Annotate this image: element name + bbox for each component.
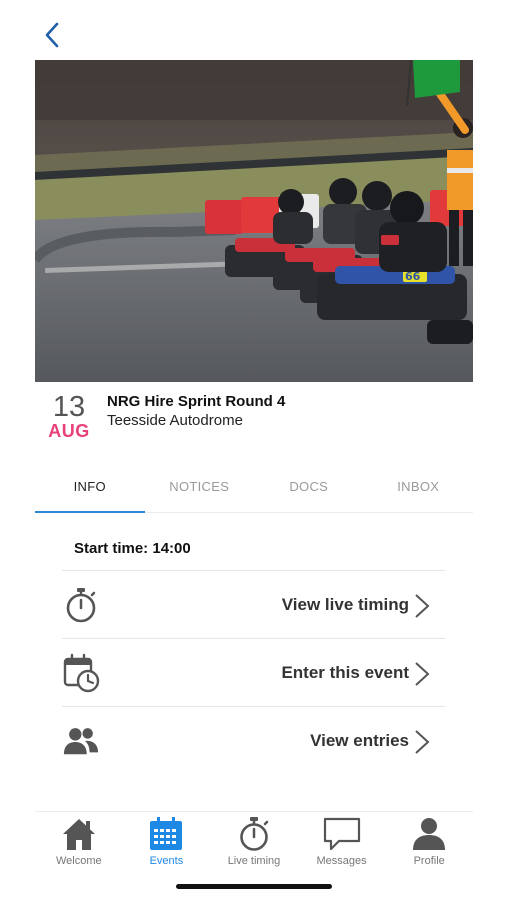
tabbar-events-label: Events xyxy=(149,855,184,867)
tabbar-profile-label: Profile xyxy=(413,855,445,867)
chat-bubble-icon xyxy=(323,816,361,852)
home-icon xyxy=(60,816,98,852)
tabbar-profile[interactable]: Profile xyxy=(385,812,473,871)
view-entries-label: View entries xyxy=(310,730,409,750)
start-time: Start time: 14:00 xyxy=(74,540,191,557)
bottom-tab-bar: Welcome Events Live timing Messages Prof… xyxy=(35,811,473,871)
view-entries-row[interactable]: View entries xyxy=(62,706,445,774)
info-actions: View live timing Enter this event View e… xyxy=(62,570,445,774)
tabbar-live-timing[interactable]: Live timing xyxy=(210,812,298,871)
tab-inbox[interactable]: INBOX xyxy=(364,466,474,512)
event-date: 13 AUG xyxy=(45,392,93,440)
tab-docs[interactable]: DOCS xyxy=(254,466,364,512)
enter-event-row[interactable]: Enter this event xyxy=(62,638,445,706)
event-day: 13 xyxy=(52,391,86,423)
tabbar-welcome-label: Welcome xyxy=(55,855,102,867)
stopwatch-icon xyxy=(235,816,273,852)
event-month: AUG xyxy=(48,421,90,441)
chevron-left-icon xyxy=(45,22,59,48)
enter-event-label: Enter this event xyxy=(281,662,409,682)
back-button[interactable] xyxy=(38,20,66,50)
people-icon xyxy=(62,722,100,760)
calendar-icon xyxy=(147,816,185,852)
view-live-timing-label: View live timing xyxy=(281,594,409,614)
tab-notices[interactable]: NOTICES xyxy=(145,466,255,512)
chevron-right-icon xyxy=(415,730,430,754)
calendar-clock-icon xyxy=(62,653,100,693)
person-icon xyxy=(410,816,448,852)
stopwatch-icon xyxy=(62,586,100,624)
home-indicator xyxy=(176,884,332,889)
event-hero-image: 66 xyxy=(35,60,473,382)
chevron-right-icon xyxy=(415,594,430,618)
tabbar-messages-label: Messages xyxy=(316,855,367,867)
event-title: NRG Hire Sprint Round 4 xyxy=(107,393,286,410)
tabbar-events[interactable]: Events xyxy=(123,812,211,871)
event-venue: Teesside Autodrome xyxy=(107,412,243,429)
chevron-right-icon xyxy=(415,662,430,686)
tabbar-welcome[interactable]: Welcome xyxy=(35,812,123,871)
view-live-timing-row[interactable]: View live timing xyxy=(62,570,445,638)
event-tabs: INFO NOTICES DOCS INBOX xyxy=(35,466,473,513)
event-header: 13 AUG NRG Hire Sprint Round 4 Teesside … xyxy=(35,390,473,442)
tabbar-messages[interactable]: Messages xyxy=(298,812,386,871)
tab-info[interactable]: INFO xyxy=(35,466,145,513)
tabbar-live-timing-label: Live timing xyxy=(227,855,281,867)
